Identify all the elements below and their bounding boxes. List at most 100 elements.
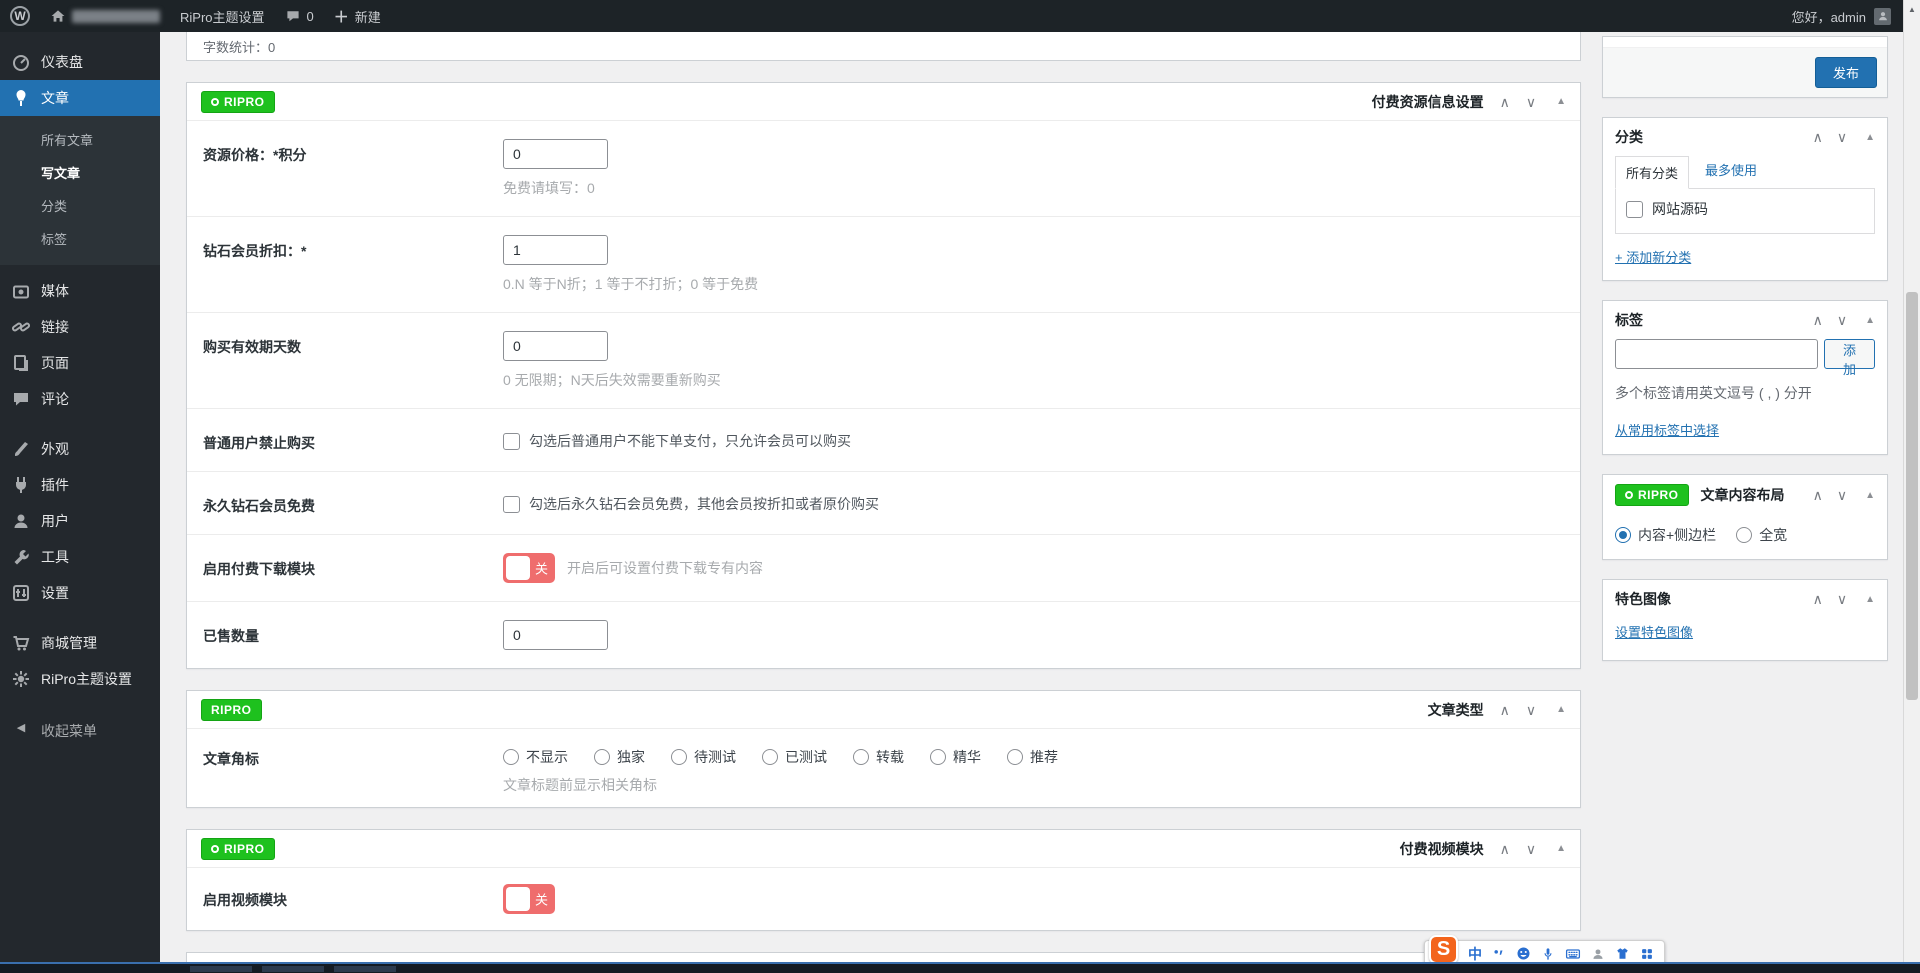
vip-free-option[interactable]: 勾选后永久钻石会员免费，其他会员按折扣或者原价购买 <box>503 490 1564 514</box>
move-down-icon[interactable]: ∨ <box>1526 703 1536 717</box>
howdy-greeting[interactable]: 您好，admin <box>1792 7 1866 26</box>
submenu-all-posts[interactable]: 所有文章 <box>0 123 160 156</box>
panel-toggle-icon[interactable]: ▲ <box>1556 843 1566 854</box>
radio-option-repost[interactable]: 转载 <box>853 747 904 767</box>
submenu-new-post[interactable]: 写文章 <box>0 156 160 189</box>
radio-unchecked[interactable] <box>671 749 687 765</box>
resource-price-input[interactable] <box>503 139 608 169</box>
adminbar-new[interactable]: ＋ 新建 <box>334 6 381 27</box>
panel-toggle-icon[interactable]: ▲ <box>1865 132 1875 143</box>
emoji-icon[interactable] <box>1516 946 1531 961</box>
sidebar-item-users[interactable]: 用户 <box>0 503 160 539</box>
adminbar-ripro-settings[interactable]: RiPro主题设置 <box>180 7 265 26</box>
move-down-icon[interactable]: ∨ <box>1526 842 1536 856</box>
panel-toggle-icon[interactable]: ▲ <box>1865 490 1875 501</box>
collapse-menu-button[interactable]: ◀ 收起菜单 <box>0 713 160 749</box>
radio-option-none[interactable]: 不显示 <box>503 747 568 767</box>
checkbox-unchecked[interactable] <box>1626 201 1643 218</box>
move-down-icon[interactable]: ∨ <box>1837 130 1847 144</box>
checkbox-unchecked[interactable] <box>503 433 520 450</box>
sidebar-item-plugins[interactable]: 插件 <box>0 467 160 503</box>
sidebar-item-posts[interactable]: 文章 <box>0 80 160 116</box>
add-tag-button[interactable]: 添加 <box>1824 339 1875 369</box>
radio-unchecked[interactable] <box>930 749 946 765</box>
new-tag-input[interactable] <box>1615 339 1818 369</box>
radio-unchecked[interactable] <box>1736 527 1752 543</box>
sidebar-item-pages[interactable]: 页面 <box>0 345 160 381</box>
panel-toggle-icon[interactable]: ▲ <box>1865 594 1875 605</box>
radio-option-featured[interactable]: 精华 <box>930 747 981 767</box>
taskbar-window-chip[interactable] <box>190 966 252 972</box>
sidebar-item-dashboard[interactable]: 仪表盘 <box>0 44 160 80</box>
chinese-mode-icon[interactable]: 中 <box>1468 944 1482 964</box>
radio-option-content-sidebar[interactable]: 内容+侧边栏 <box>1615 525 1716 545</box>
checkbox-unchecked[interactable] <box>503 496 520 513</box>
sold-count-input[interactable] <box>503 620 608 650</box>
radio-unchecked[interactable] <box>762 749 778 765</box>
move-up-icon[interactable]: ∧ <box>1500 703 1510 717</box>
panel-toggle-icon[interactable]: ▲ <box>1865 315 1875 326</box>
taskbar-window-chip[interactable] <box>334 966 396 972</box>
move-up-icon[interactable]: ∧ <box>1813 130 1823 144</box>
submenu-categories[interactable]: 分类 <box>0 189 160 222</box>
radio-option-full-width[interactable]: 全宽 <box>1736 525 1787 545</box>
category-item[interactable]: 网站源码 <box>1626 199 1864 219</box>
radio-unchecked[interactable] <box>1007 749 1023 765</box>
move-up-icon[interactable]: ∧ <box>1813 313 1823 327</box>
video-toggle-off[interactable]: 关 <box>503 884 555 914</box>
forbid-normal-user-option[interactable]: 勾选后普通用户不能下单支付，只允许会员可以购买 <box>503 427 1564 451</box>
radio-unchecked[interactable] <box>853 749 869 765</box>
radio-unchecked[interactable] <box>594 749 610 765</box>
radio-checked[interactable] <box>1615 527 1631 543</box>
windows-taskbar[interactable] <box>0 962 1920 973</box>
scrollbar-thumb[interactable] <box>1906 292 1918 700</box>
tab-all-categories[interactable]: 所有分类 <box>1615 156 1689 189</box>
sidebar-item-shop[interactable]: 商城管理 <box>0 625 160 661</box>
radio-option-exclusive[interactable]: 独家 <box>594 747 645 767</box>
person-icon[interactable] <box>1591 947 1605 961</box>
add-new-category-link[interactable]: + 添加新分类 <box>1615 247 1691 266</box>
panel-toggle-icon[interactable]: ▲ <box>1556 704 1566 715</box>
sidebar-item-media[interactable]: 媒体 <box>0 273 160 309</box>
sidebar-item-links[interactable]: 链接 <box>0 309 160 345</box>
menu-grid-icon[interactable] <box>1640 947 1654 961</box>
sogou-logo-icon[interactable]: S <box>1429 935 1458 964</box>
move-down-icon[interactable]: ∨ <box>1837 592 1847 606</box>
punctuation-icon[interactable] <box>1492 947 1506 961</box>
taskbar-window-chip[interactable] <box>262 966 324 972</box>
set-featured-image-link[interactable]: 设置特色图像 <box>1615 622 1693 641</box>
sidebar-item-comments[interactable]: 评论 <box>0 381 160 417</box>
move-down-icon[interactable]: ∨ <box>1837 313 1847 327</box>
radio-option-tested[interactable]: 已测试 <box>762 747 827 767</box>
move-down-icon[interactable]: ∨ <box>1526 95 1536 109</box>
browser-scrollbar[interactable]: ▲ <box>1903 0 1920 973</box>
radio-unchecked[interactable] <box>503 749 519 765</box>
vip-discount-input[interactable] <box>503 235 608 265</box>
sidebar-item-ripro-settings[interactable]: RiPro主题设置 <box>0 661 160 697</box>
move-up-icon[interactable]: ∧ <box>1813 488 1823 502</box>
paid-download-toggle-off[interactable]: 关 <box>503 553 555 583</box>
radio-option-to-test[interactable]: 待测试 <box>671 747 736 767</box>
submenu-tags[interactable]: 标签 <box>0 222 160 255</box>
move-down-icon[interactable]: ∨ <box>1837 488 1847 502</box>
wordpress-menu[interactable]: W <box>10 6 30 26</box>
sidebar-item-tools[interactable]: 工具 <box>0 539 160 575</box>
posts-submenu: 所有文章 写文章 分类 标签 <box>0 116 160 265</box>
publish-button[interactable]: 发布 <box>1815 57 1877 88</box>
move-up-icon[interactable]: ∧ <box>1500 842 1510 856</box>
validity-days-input[interactable] <box>503 331 608 361</box>
mic-icon[interactable] <box>1541 947 1555 961</box>
keyboard-icon[interactable] <box>1565 946 1581 962</box>
sidebar-item-appearance[interactable]: 外观 <box>0 431 160 467</box>
adminbar-comments[interactable]: 0 <box>285 8 314 24</box>
choose-from-tags-link[interactable]: 从常用标签中选择 <box>1615 420 1719 439</box>
scroll-up-icon[interactable]: ▲ <box>1904 5 1920 14</box>
move-up-icon[interactable]: ∧ <box>1500 95 1510 109</box>
radio-option-recommend[interactable]: 推荐 <box>1007 747 1058 767</box>
panel-toggle-icon[interactable]: ▲ <box>1556 96 1566 107</box>
move-up-icon[interactable]: ∧ <box>1813 592 1823 606</box>
tab-most-used[interactable]: 最多使用 <box>1705 160 1757 188</box>
sidebar-item-settings[interactable]: 设置 <box>0 575 160 611</box>
site-menu[interactable] <box>50 8 160 24</box>
skin-icon[interactable] <box>1615 946 1630 961</box>
